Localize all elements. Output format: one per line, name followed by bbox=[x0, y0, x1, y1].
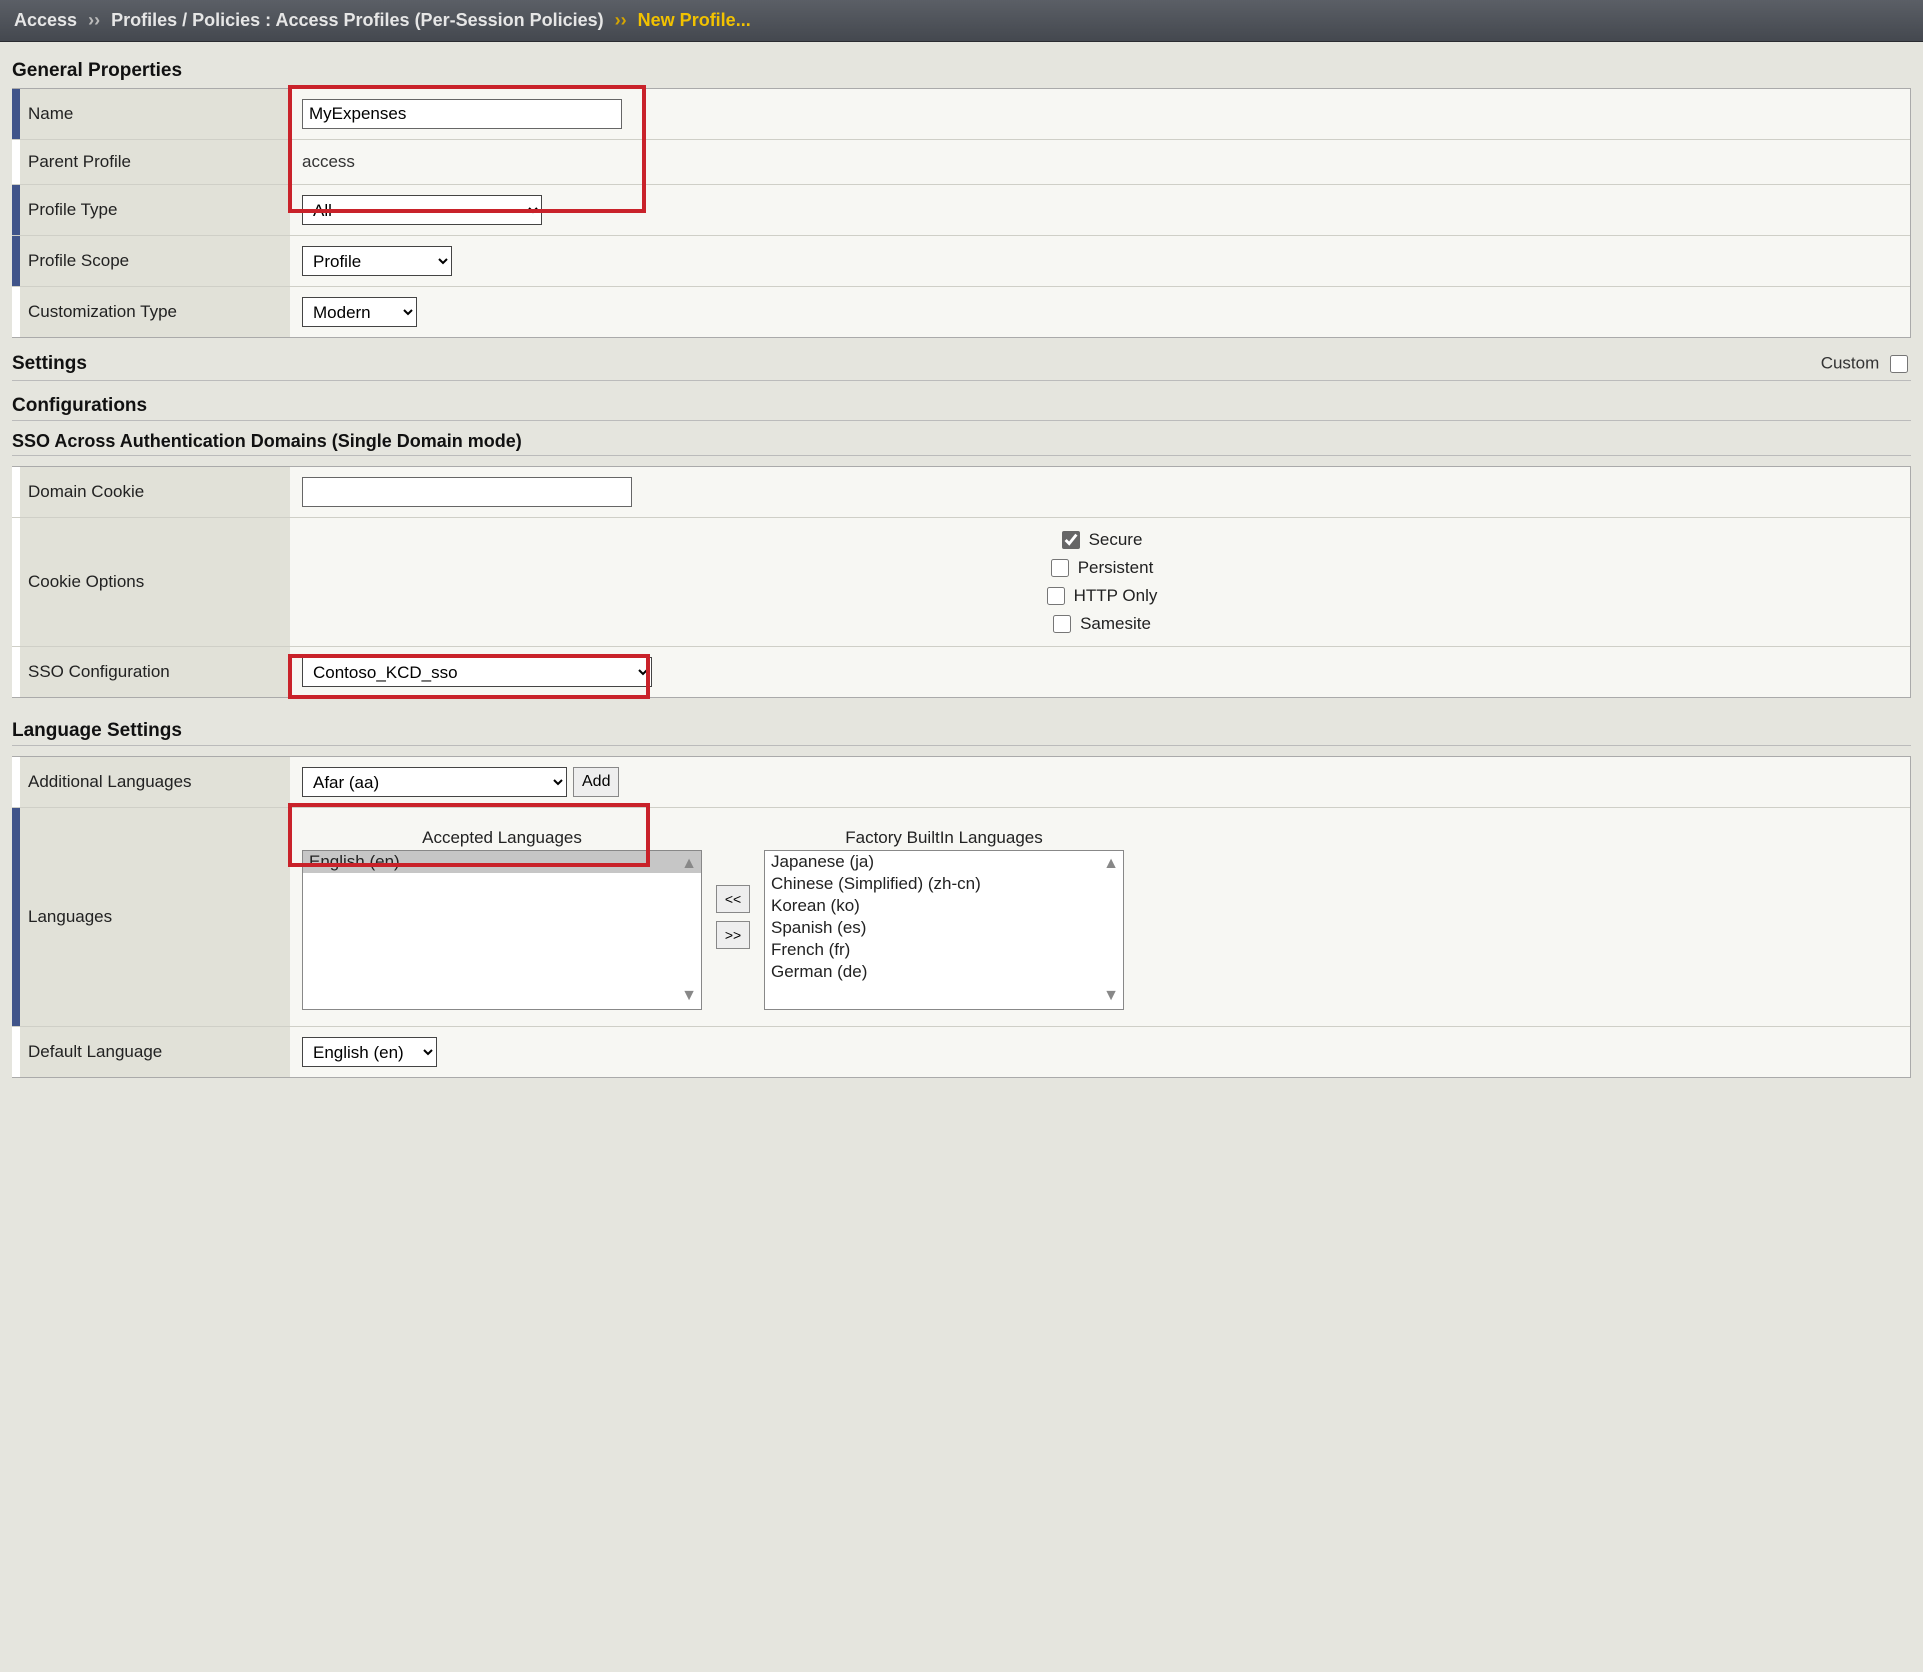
row-name: Name bbox=[12, 89, 1910, 139]
cookie-samesite-checkbox[interactable] bbox=[1053, 615, 1071, 633]
list-item[interactable]: German (de) bbox=[765, 961, 1123, 983]
languages-dual-list: Accepted Languages ▲ English (en) ▼ << >> bbox=[302, 818, 1124, 1016]
parent-profile-value: access bbox=[302, 152, 355, 172]
accepted-languages-title: Accepted Languages bbox=[302, 824, 702, 850]
domain-cookie-input[interactable] bbox=[302, 477, 632, 507]
list-item[interactable]: French (fr) bbox=[765, 939, 1123, 961]
label-sso-config: SSO Configuration bbox=[20, 647, 290, 697]
breadcrumb-item-profiles[interactable]: Profiles / Policies : Access Profiles (P… bbox=[111, 10, 604, 30]
list-item[interactable]: English (en) bbox=[303, 851, 701, 873]
row-sso-config: SSO Configuration Contoso_KCD_sso bbox=[12, 646, 1910, 697]
label-default-language: Default Language bbox=[20, 1027, 290, 1077]
accepted-languages-list[interactable]: ▲ English (en) ▼ bbox=[302, 850, 702, 1010]
cookie-persistent-label: Persistent bbox=[1078, 558, 1154, 578]
label-cookie-options: Cookie Options bbox=[20, 518, 290, 646]
row-languages: Languages Accepted Languages ▲ English (… bbox=[12, 807, 1910, 1026]
row-additional-languages: Additional Languages Afar (aa) Add bbox=[12, 757, 1910, 807]
cookie-httponly-row[interactable]: HTTP Only bbox=[1043, 584, 1158, 608]
section-title-settings: Settings bbox=[12, 353, 87, 375]
row-default-language: Default Language English (en) bbox=[12, 1026, 1910, 1077]
breadcrumb-item-access[interactable]: Access bbox=[14, 10, 77, 30]
scroll-up-icon[interactable]: ▲ bbox=[681, 855, 697, 873]
row-domain-cookie: Domain Cookie bbox=[12, 467, 1910, 517]
name-input[interactable] bbox=[302, 99, 622, 129]
sso-config-select[interactable]: Contoso_KCD_sso bbox=[302, 657, 652, 687]
customization-type-select[interactable]: Modern bbox=[302, 297, 417, 327]
label-name: Name bbox=[20, 89, 290, 139]
list-item[interactable]: Chinese (Simplified) (zh-cn) bbox=[765, 873, 1123, 895]
additional-languages-select[interactable]: Afar (aa) bbox=[302, 767, 567, 797]
list-item[interactable]: Korean (ko) bbox=[765, 895, 1123, 917]
accepted-languages-column: Accepted Languages ▲ English (en) ▼ bbox=[302, 824, 702, 1010]
cookie-secure-label: Secure bbox=[1089, 530, 1143, 550]
general-properties-table: Name Parent Profile access Profile Type … bbox=[12, 88, 1911, 338]
cookie-persistent-checkbox[interactable] bbox=[1051, 559, 1069, 577]
row-cookie-options: Cookie Options Secure Persistent HTTP On… bbox=[12, 517, 1910, 646]
custom-checkbox-row: Custom bbox=[1821, 352, 1911, 376]
row-profile-type: Profile Type All bbox=[12, 184, 1910, 235]
section-title-sso-across: SSO Across Authentication Domains (Singl… bbox=[12, 431, 1911, 456]
label-languages: Languages bbox=[20, 808, 290, 1026]
list-item[interactable]: Japanese (ja) bbox=[765, 851, 1123, 873]
cookie-persistent-row[interactable]: Persistent bbox=[1047, 556, 1154, 580]
label-parent-profile: Parent Profile bbox=[20, 140, 290, 184]
row-parent-profile: Parent Profile access bbox=[12, 139, 1910, 184]
move-right-button[interactable]: >> bbox=[716, 921, 750, 949]
scroll-up-icon[interactable]: ▲ bbox=[1103, 855, 1119, 873]
label-customization-type: Customization Type bbox=[20, 287, 290, 337]
profile-type-select[interactable]: All bbox=[302, 195, 542, 225]
breadcrumb-separator: ›› bbox=[88, 10, 100, 30]
breadcrumb-separator: ›› bbox=[615, 10, 627, 30]
section-title-configurations: Configurations bbox=[12, 395, 1911, 421]
scroll-down-icon[interactable]: ▼ bbox=[681, 987, 697, 1005]
factory-languages-column: Factory BuiltIn Languages ▲ Japanese (ja… bbox=[764, 824, 1124, 1010]
custom-label: Custom bbox=[1821, 353, 1880, 372]
cookie-secure-checkbox[interactable] bbox=[1062, 531, 1080, 549]
cookie-samesite-row[interactable]: Samesite bbox=[1049, 612, 1151, 636]
move-left-button[interactable]: << bbox=[716, 885, 750, 913]
default-language-select[interactable]: English (en) bbox=[302, 1037, 437, 1067]
row-profile-scope: Profile Scope Profile bbox=[12, 235, 1910, 286]
breadcrumb: Access ›› Profiles / Policies : Access P… bbox=[0, 0, 1923, 42]
cookie-httponly-label: HTTP Only bbox=[1074, 586, 1158, 606]
list-item[interactable]: Spanish (es) bbox=[765, 917, 1123, 939]
scroll-down-icon[interactable]: ▼ bbox=[1103, 987, 1119, 1005]
label-additional-languages: Additional Languages bbox=[20, 757, 290, 807]
sso-table: Domain Cookie Cookie Options Secure Pers… bbox=[12, 466, 1911, 698]
section-title-general: General Properties bbox=[12, 60, 1911, 82]
factory-languages-title: Factory BuiltIn Languages bbox=[764, 824, 1124, 850]
label-profile-type: Profile Type bbox=[20, 185, 290, 235]
transfer-buttons: << >> bbox=[716, 824, 750, 1010]
row-customization-type: Customization Type Modern bbox=[12, 286, 1910, 337]
add-language-button[interactable]: Add bbox=[573, 767, 619, 797]
cookie-secure-row[interactable]: Secure bbox=[1058, 528, 1143, 552]
label-domain-cookie: Domain Cookie bbox=[20, 467, 290, 517]
section-title-language: Language Settings bbox=[12, 720, 1911, 746]
custom-checkbox[interactable] bbox=[1890, 355, 1908, 373]
cookie-httponly-checkbox[interactable] bbox=[1047, 587, 1065, 605]
cookie-samesite-label: Samesite bbox=[1080, 614, 1151, 634]
breadcrumb-current: New Profile... bbox=[638, 10, 751, 30]
factory-languages-list[interactable]: ▲ Japanese (ja)Chinese (Simplified) (zh-… bbox=[764, 850, 1124, 1010]
profile-scope-select[interactable]: Profile bbox=[302, 246, 452, 276]
language-table: Additional Languages Afar (aa) Add Langu… bbox=[12, 756, 1911, 1078]
label-profile-scope: Profile Scope bbox=[20, 236, 290, 286]
